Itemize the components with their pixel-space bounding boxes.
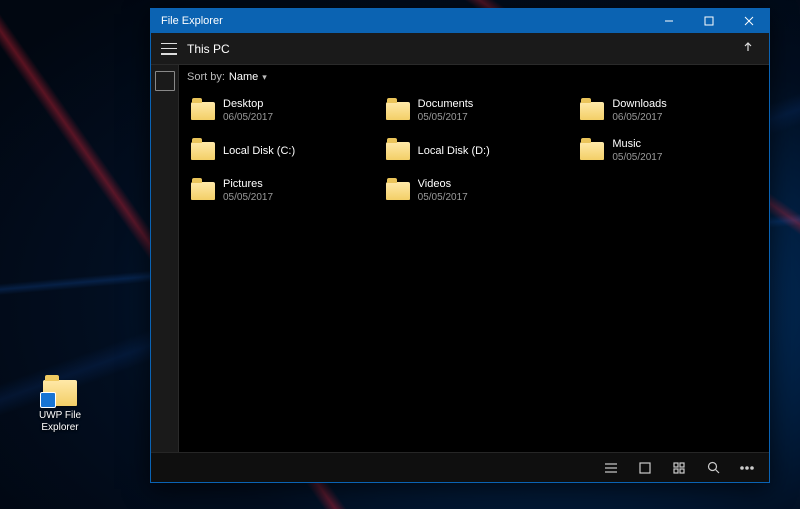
view-grid-button[interactable] [663,456,695,480]
side-rail-this-pc-button[interactable] [155,71,175,91]
folder-item[interactable]: Videos05/05/2017 [382,173,567,209]
folder-icon [191,142,215,160]
desktop-shortcut-label-1: UWP File [30,410,90,422]
item-date: 05/05/2017 [223,191,273,204]
folder-shortcut-icon [43,380,77,406]
items-grid: Desktop06/05/2017Documents05/05/2017Down… [179,89,769,452]
more-icon [740,466,754,470]
close-icon [744,16,754,26]
hamburger-button[interactable] [161,43,177,55]
folder-item[interactable]: Local Disk (C:) [187,133,372,169]
up-one-level-button[interactable] [737,41,759,56]
location-header: This PC [151,33,769,65]
item-name: Local Disk (D:) [418,145,490,158]
folder-icon [386,102,410,120]
desktop-shortcut-label-2: Explorer [30,422,90,434]
item-name: Downloads [612,98,666,111]
folder-item[interactable]: Local Disk (D:) [382,133,567,169]
item-date: 05/05/2017 [418,111,474,124]
folder-icon [580,142,604,160]
folder-icon [191,102,215,120]
folder-icon [386,182,410,200]
close-button[interactable] [729,9,769,33]
more-button[interactable] [731,456,763,480]
minimize-button[interactable] [649,9,689,33]
item-name: Local Disk (C:) [223,145,295,158]
folder-icon [191,182,215,200]
search-icon [707,461,720,474]
item-name: Music [612,138,662,151]
folder-item[interactable]: Downloads06/05/2017 [576,93,761,129]
sort-by-value: Name [229,71,258,83]
titlebar[interactable]: File Explorer [151,9,769,33]
view-list-button[interactable] [595,456,627,480]
item-date: 05/05/2017 [612,151,662,164]
file-explorer-window: File Explorer This PC Sort by: Name ▾ [150,8,770,483]
item-name: Videos [418,178,468,191]
folder-item[interactable]: Desktop06/05/2017 [187,93,372,129]
item-name: Desktop [223,98,273,111]
item-name: Documents [418,98,474,111]
folder-icon [580,102,604,120]
folder-item[interactable]: Documents05/05/2017 [382,93,567,129]
item-date: 06/05/2017 [612,111,666,124]
item-name: Pictures [223,178,273,191]
side-rail [151,65,179,452]
maximize-button[interactable] [689,9,729,33]
minimize-icon [664,16,674,26]
list-view-icon [604,462,618,474]
search-button[interactable] [697,456,729,480]
up-arrow-icon [742,41,754,53]
chevron-down-icon: ▾ [262,72,267,83]
folder-item[interactable]: Music05/05/2017 [576,133,761,169]
window-title: File Explorer [151,15,223,27]
desktop-shortcut-uwp-file-explorer[interactable]: UWP File Explorer [30,380,90,434]
view-tiles-button[interactable] [629,456,661,480]
item-date: 06/05/2017 [223,111,273,124]
sort-bar[interactable]: Sort by: Name ▾ [179,65,769,89]
tiles-view-icon [639,462,651,474]
folder-icon [386,142,410,160]
bottom-toolbar [151,452,769,482]
folder-item[interactable]: Pictures05/05/2017 [187,173,372,209]
grid-view-icon [673,462,685,474]
maximize-icon [704,16,714,26]
location-label: This PC [187,42,727,56]
item-date: 05/05/2017 [418,191,468,204]
sort-by-label: Sort by: [187,71,225,83]
